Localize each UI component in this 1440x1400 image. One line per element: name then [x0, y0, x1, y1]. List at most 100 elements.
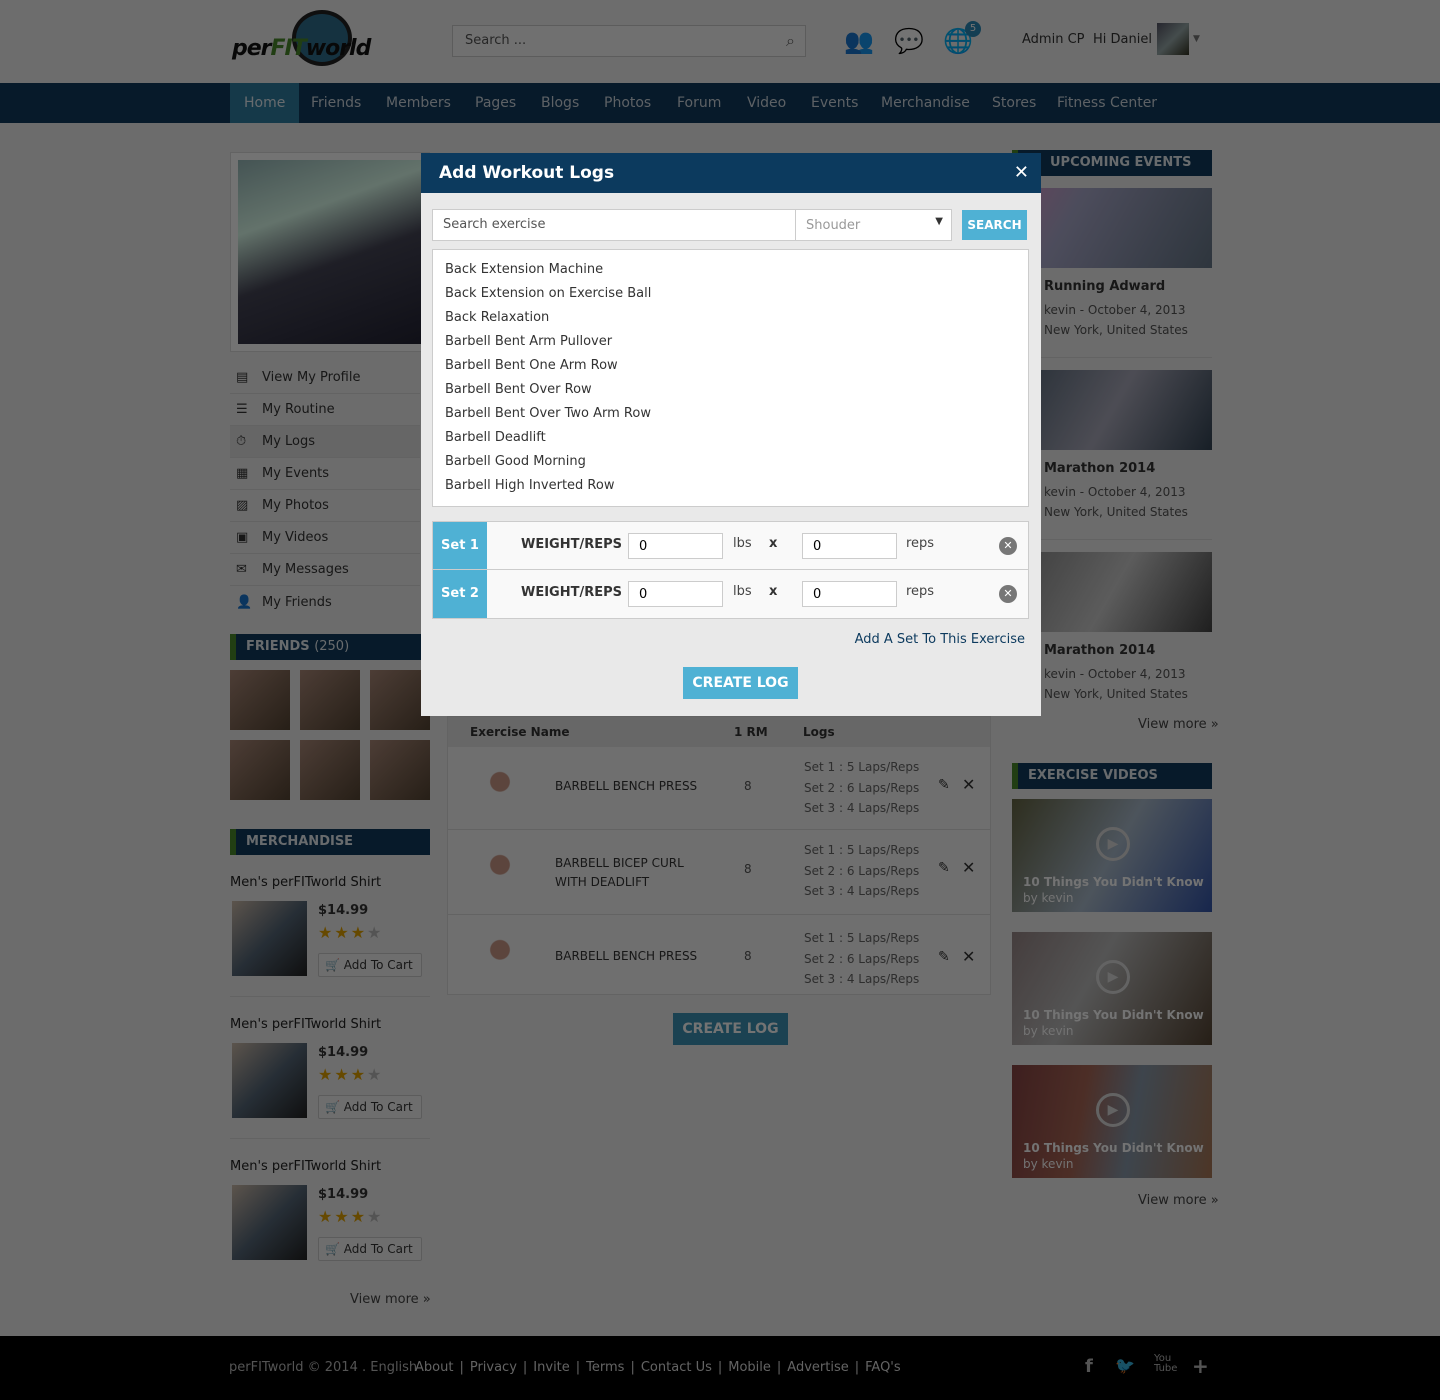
exercise-option[interactable]: Barbell Good Morning — [445, 450, 1016, 474]
weight-input[interactable] — [628, 533, 723, 559]
event-title[interactable]: Running Adward — [1044, 279, 1165, 294]
merch-image[interactable] — [232, 901, 307, 976]
add-to-cart-button[interactable]: 🛒 Add To Cart — [318, 1237, 422, 1261]
menu-my-events[interactable]: ▦ My Events — [230, 458, 420, 490]
menu-my-routine[interactable]: ☰ My Routine — [230, 394, 420, 426]
delete-x-icon[interactable]: ✕ — [962, 775, 975, 794]
footer-mobile[interactable]: Mobile — [728, 1360, 771, 1375]
search-exercise-input[interactable]: Search exercise — [432, 209, 796, 241]
nav-photos[interactable]: Photos — [590, 83, 665, 123]
nav-members[interactable]: Members — [372, 83, 465, 123]
exercise-option[interactable]: Back Extension on Exercise Ball — [445, 282, 1016, 306]
exercise-option[interactable]: Barbell High Inverted Row — [445, 474, 1016, 498]
menu-my-friends[interactable]: 👤 My Friends — [230, 586, 420, 618]
user-avatar[interactable] — [1157, 23, 1189, 55]
merch-image[interactable] — [232, 1043, 307, 1118]
search-placeholder: Search ... — [465, 33, 527, 48]
exercise-option[interactable]: Barbell Deadlift — [445, 426, 1016, 450]
exercise-option[interactable]: Barbell Bent Arm Pullover — [445, 330, 1016, 354]
menu-view-profile[interactable]: ▤ View My Profile — [230, 362, 420, 394]
reps-input[interactable] — [802, 581, 897, 607]
footer-privacy[interactable]: Privacy — [470, 1360, 517, 1375]
event-image[interactable] — [1012, 370, 1212, 450]
nav-merchandise[interactable]: Merchandise — [867, 83, 984, 123]
exercise-option[interactable]: Barbell Bent Over Two Arm Row — [445, 402, 1016, 426]
exercise-option[interactable]: Back Relaxation — [445, 306, 1016, 330]
merch-name[interactable]: Men's perFITworld Shirt — [230, 1017, 381, 1032]
search-button[interactable]: SEARCH — [962, 210, 1027, 240]
footer-invite[interactable]: Invite — [533, 1360, 569, 1375]
close-icon[interactable]: ✕ — [1014, 153, 1029, 193]
event-title[interactable]: Marathon 2014 — [1044, 461, 1155, 476]
youtube-icon[interactable]: You Tube — [1154, 1354, 1177, 1374]
edit-pencil-icon[interactable]: ✎ — [938, 777, 950, 793]
menu-my-logs[interactable]: ⏱ My Logs — [230, 426, 420, 458]
videos-view-more-link[interactable]: View more » — [1138, 1193, 1219, 1208]
nav-pages[interactable]: Pages — [461, 83, 530, 123]
remove-set-icon[interactable]: ✕ — [999, 537, 1017, 555]
weight-input[interactable] — [628, 581, 723, 607]
footer-about[interactable]: About — [415, 1360, 453, 1375]
twitter-icon[interactable]: 🐦 — [1115, 1356, 1135, 1375]
facebook-icon[interactable]: f — [1085, 1356, 1093, 1377]
remove-set-icon[interactable]: ✕ — [999, 585, 1017, 603]
friend-avatar[interactable] — [230, 670, 290, 730]
exercise-option[interactable]: Barbell Bent One Arm Row — [445, 354, 1016, 378]
add-to-cart-button[interactable]: 🛒 Add To Cart — [318, 953, 422, 977]
play-icon[interactable]: ▶ — [1096, 827, 1130, 861]
site-logo[interactable]: perFITworld — [232, 10, 397, 70]
edit-pencil-icon[interactable]: ✎ — [938, 860, 950, 876]
menu-my-photos[interactable]: ▨ My Photos — [230, 490, 420, 522]
friend-avatar[interactable] — [300, 670, 360, 730]
add-set-link[interactable]: Add A Set To This Exercise — [855, 632, 1025, 647]
admin-cp-link[interactable]: Admin CP — [1022, 32, 1084, 47]
exercise-option[interactable]: Barbell Bent Over Row — [445, 378, 1016, 402]
friend-avatar[interactable] — [230, 740, 290, 800]
nav-events[interactable]: Events — [797, 83, 872, 123]
video-card[interactable]: ▶ 10 Things You Didn't Know by kevin — [1012, 799, 1212, 912]
merch-view-more-link[interactable]: View more » — [350, 1292, 431, 1307]
messages-icon[interactable]: 💬 — [894, 27, 924, 55]
footer-terms[interactable]: Terms — [586, 1360, 624, 1375]
friend-avatar[interactable] — [370, 740, 430, 800]
event-image[interactable] — [1012, 188, 1212, 268]
play-icon[interactable]: ▶ — [1096, 1093, 1130, 1127]
plus-icon[interactable]: + — [1192, 1354, 1209, 1378]
reps-input[interactable] — [802, 533, 897, 559]
events-view-more-link[interactable]: View more » — [1138, 717, 1219, 732]
event-title[interactable]: Marathon 2014 — [1044, 643, 1155, 658]
nav-video[interactable]: Video — [733, 83, 800, 123]
nav-blogs[interactable]: Blogs — [527, 83, 593, 123]
friend-avatar[interactable] — [300, 740, 360, 800]
create-log-button[interactable]: CREATE LOG — [683, 667, 798, 699]
site-search-input[interactable]: Search ... ⌕ — [452, 25, 806, 57]
nav-forum[interactable]: Forum — [663, 83, 735, 123]
menu-my-messages[interactable]: ✉ My Messages — [230, 554, 420, 586]
merch-name[interactable]: Men's perFITworld Shirt — [230, 875, 381, 890]
nav-home[interactable]: Home — [230, 83, 300, 123]
play-icon[interactable]: ▶ — [1096, 960, 1130, 994]
footer-faq[interactable]: FAQ's — [865, 1360, 901, 1375]
merch-image[interactable] — [232, 1185, 307, 1260]
merch-name[interactable]: Men's perFITworld Shirt — [230, 1159, 381, 1174]
delete-x-icon[interactable]: ✕ — [962, 858, 975, 877]
friends-icon[interactable]: 👥 — [844, 27, 874, 55]
event-image[interactable] — [1012, 552, 1212, 632]
footer-contact[interactable]: Contact Us — [641, 1360, 712, 1375]
delete-x-icon[interactable]: ✕ — [962, 947, 975, 966]
footer-advertise[interactable]: Advertise — [787, 1360, 848, 1375]
menu-my-videos[interactable]: ▣ My Videos — [230, 522, 420, 554]
nav-friends[interactable]: Friends — [297, 83, 375, 123]
edit-pencil-icon[interactable]: ✎ — [938, 949, 950, 965]
exercise-option[interactable]: Back Extension Machine — [445, 258, 1016, 282]
search-icon[interactable]: ⌕ — [786, 31, 795, 51]
category-select[interactable]: Shouder ▼ — [795, 209, 952, 241]
video-card[interactable]: ▶ 10 Things You Didn't Know by kevin — [1012, 932, 1212, 1045]
nav-stores[interactable]: Stores — [978, 83, 1050, 123]
profile-photo[interactable] — [230, 152, 430, 352]
video-card[interactable]: ▶ 10 Things You Didn't Know by kevin — [1012, 1065, 1212, 1178]
nav-fitness-center[interactable]: Fitness Center — [1043, 83, 1171, 123]
create-log-button-page[interactable]: CREATE LOG — [673, 1013, 788, 1045]
chevron-down-icon[interactable]: ▼ — [1193, 34, 1200, 44]
add-to-cart-button[interactable]: 🛒 Add To Cart — [318, 1095, 422, 1119]
